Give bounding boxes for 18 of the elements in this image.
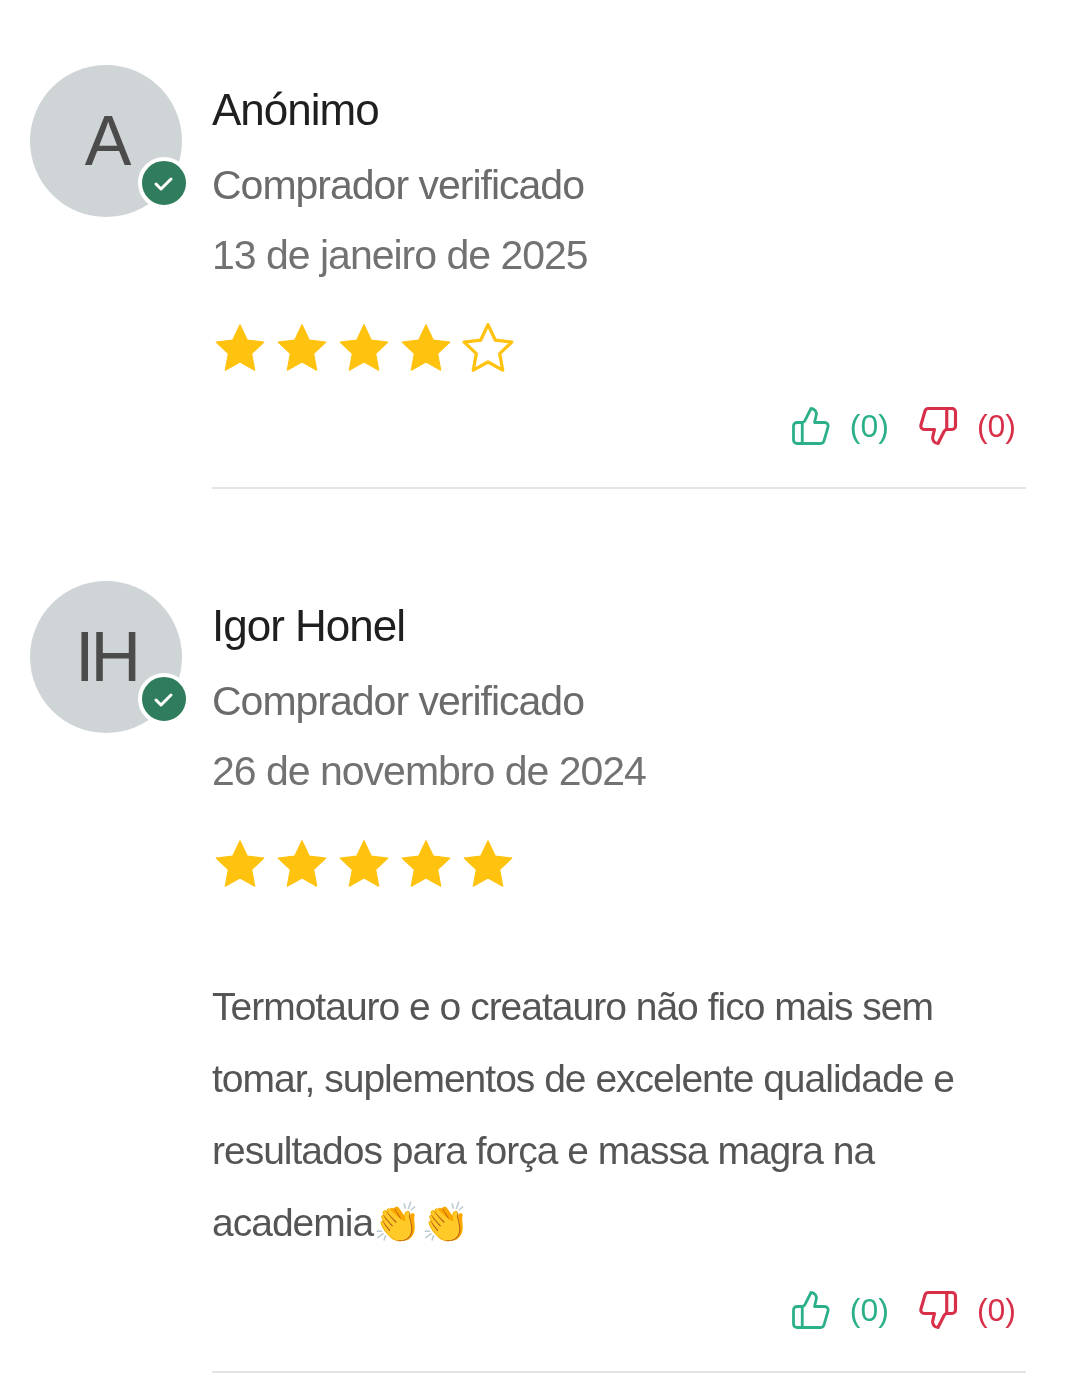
- avatar: IH: [30, 581, 182, 733]
- star-outline-icon: [460, 321, 516, 375]
- review-text: Termotauro e o creatauro não fico mais sem tomar, suplementos de excelente qualidade e resultados para força e massa magra na academia👏👏: [212, 984, 955, 1246]
- verified-label: Comprador verificado: [212, 161, 585, 210]
- review-date: 26 de novembro de 2024: [212, 747, 647, 796]
- thumbs-down-icon[interactable]: [916, 1289, 959, 1331]
- thumbs-up-icon[interactable]: [789, 1289, 832, 1331]
- reviewer-name: Anónimo: [212, 84, 380, 136]
- thumbs-down-icon[interactable]: [916, 405, 959, 447]
- reviewer-name: Igor Honel: [212, 600, 406, 652]
- like-count: (0): [849, 407, 889, 445]
- review-date: 13 de janeiro de 2025: [212, 231, 589, 280]
- thumbs-up-icon[interactable]: [789, 405, 832, 447]
- dislike-count: (0): [976, 407, 1016, 445]
- dislike-count: (0): [976, 1291, 1016, 1329]
- avatar: A: [30, 65, 182, 217]
- like-count: (0): [849, 1291, 889, 1329]
- verified-label: Comprador verificado: [212, 677, 585, 726]
